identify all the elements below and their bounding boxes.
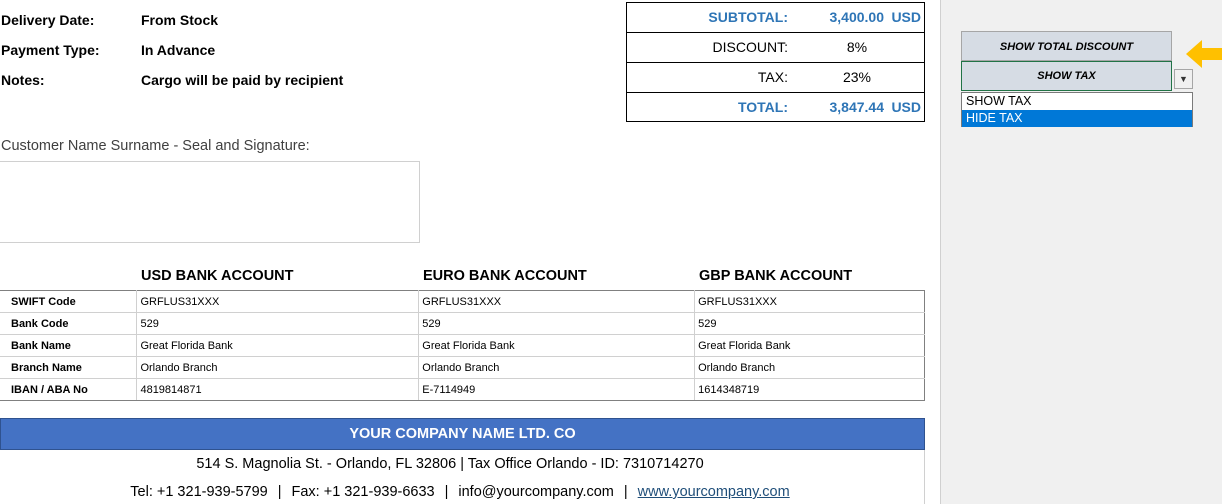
total-value: 3,847.44	[829, 99, 885, 115]
website-link[interactable]: www.yourcompany.com	[638, 484, 790, 500]
table-row: SWIFT Code GRFLUS31XXX GRFLUS31XXX GRFLU…	[0, 290, 925, 313]
table-row: IBAN / ABA No 4819814871 E-7114949 16143…	[0, 378, 925, 401]
notes-value: Cargo will be paid by recipient	[141, 72, 344, 88]
tax-label: TAX:	[757, 69, 788, 85]
table-row: Bank Code 529 529 529	[0, 312, 925, 335]
row-label: Branch Name	[0, 356, 138, 379]
total-label: TOTAL:	[737, 99, 788, 115]
contact-line: Tel: +1 321-939-5799 | Fax: +1 321-939-663…	[0, 484, 920, 500]
delivery-date-label: Delivery Date:	[1, 12, 95, 28]
chevron-down-icon[interactable]: ▼	[1174, 69, 1193, 89]
table-cell: 529	[418, 312, 696, 335]
company-name-bar: YOUR COMPANY NAME LTD. CO	[0, 418, 925, 450]
table-cell: GRFLUS31XXX	[418, 290, 696, 313]
total-row: TOTAL: 3,847.44 USD	[627, 92, 924, 122]
table-cell: E-7114949	[418, 378, 696, 401]
tax-value: 23%	[842, 69, 872, 85]
separator: |	[277, 484, 282, 500]
discount-row: DISCOUNT: 8%	[627, 32, 924, 62]
show-total-discount-button[interactable]: SHOW TOTAL DISCOUNT	[961, 31, 1172, 61]
subtotal-label: SUBTOTAL:	[708, 9, 788, 25]
table-cell: Great Florida Bank	[694, 334, 925, 357]
table-cell: GRFLUS31XXX	[136, 290, 420, 313]
row-label: SWIFT Code	[0, 290, 138, 313]
table-cell: 1614348719	[694, 378, 925, 401]
notes-label: Notes:	[1, 72, 45, 88]
table-cell: 529	[136, 312, 420, 335]
tax-row: TAX: 23%	[627, 62, 924, 92]
row-label: Bank Code	[0, 312, 138, 335]
separator: |	[444, 484, 449, 500]
signature-box[interactable]	[0, 161, 420, 243]
total-currency: USD	[891, 99, 921, 115]
fax-number: Fax: +1 321-939-6633	[291, 484, 435, 500]
arrow-left-icon	[1186, 40, 1222, 68]
table-row: Bank Name Great Florida Bank Great Flori…	[0, 334, 925, 357]
gbp-bank-header: GBP BANK ACCOUNT	[699, 268, 853, 284]
payment-type-label: Payment Type:	[1, 42, 100, 58]
delivery-date-value: From Stock	[141, 12, 219, 28]
discount-label: DISCOUNT:	[712, 39, 788, 55]
totals-box: SUBTOTAL: 3,400.00 USD DISCOUNT: 8% TAX:…	[626, 2, 925, 122]
table-cell: Orlando Branch	[418, 356, 696, 379]
signature-label: Customer Name Surname - Seal and Signatu…	[1, 138, 310, 154]
subtotal-value: 3,400.00	[829, 9, 885, 25]
usd-bank-header: USD BANK ACCOUNT	[141, 268, 294, 284]
bank-accounts-table: SWIFT Code GRFLUS31XXX GRFLUS31XXX GRFLU…	[0, 290, 925, 401]
row-label: IBAN / ABA No	[0, 378, 138, 401]
table-cell: Great Florida Bank	[418, 334, 696, 357]
subtotal-row: SUBTOTAL: 3,400.00 USD	[627, 3, 924, 33]
table-cell: GRFLUS31XXX	[694, 290, 925, 313]
table-cell: 4819814871	[136, 378, 420, 401]
email-address: info@yourcompany.com	[458, 484, 614, 500]
euro-bank-header: EURO BANK ACCOUNT	[423, 268, 587, 284]
discount-value: 8%	[846, 39, 868, 55]
table-cell: 529	[694, 312, 925, 335]
table-row: Branch Name Orlando Branch Orlando Branc…	[0, 356, 925, 379]
row-label: Bank Name	[0, 334, 138, 357]
company-address: 514 S. Magnolia St. - Orlando, FL 32806 …	[196, 456, 704, 472]
tax-dropdown-list: SHOW TAX HIDE TAX	[961, 92, 1193, 127]
phone-number: Tel: +1 321-939-5799	[130, 484, 268, 500]
separator: |	[623, 484, 628, 500]
subtotal-currency: USD	[891, 9, 921, 25]
table-cell: Orlando Branch	[694, 356, 925, 379]
table-cell: Great Florida Bank	[136, 334, 420, 357]
show-tax-dropdown[interactable]: SHOW TAX	[961, 61, 1172, 91]
dropdown-option-hide-tax[interactable]: HIDE TAX	[962, 110, 1192, 127]
dropdown-option-show-tax[interactable]: SHOW TAX	[962, 93, 1192, 110]
payment-type-value: In Advance	[141, 42, 216, 58]
table-cell: Orlando Branch	[136, 356, 420, 379]
